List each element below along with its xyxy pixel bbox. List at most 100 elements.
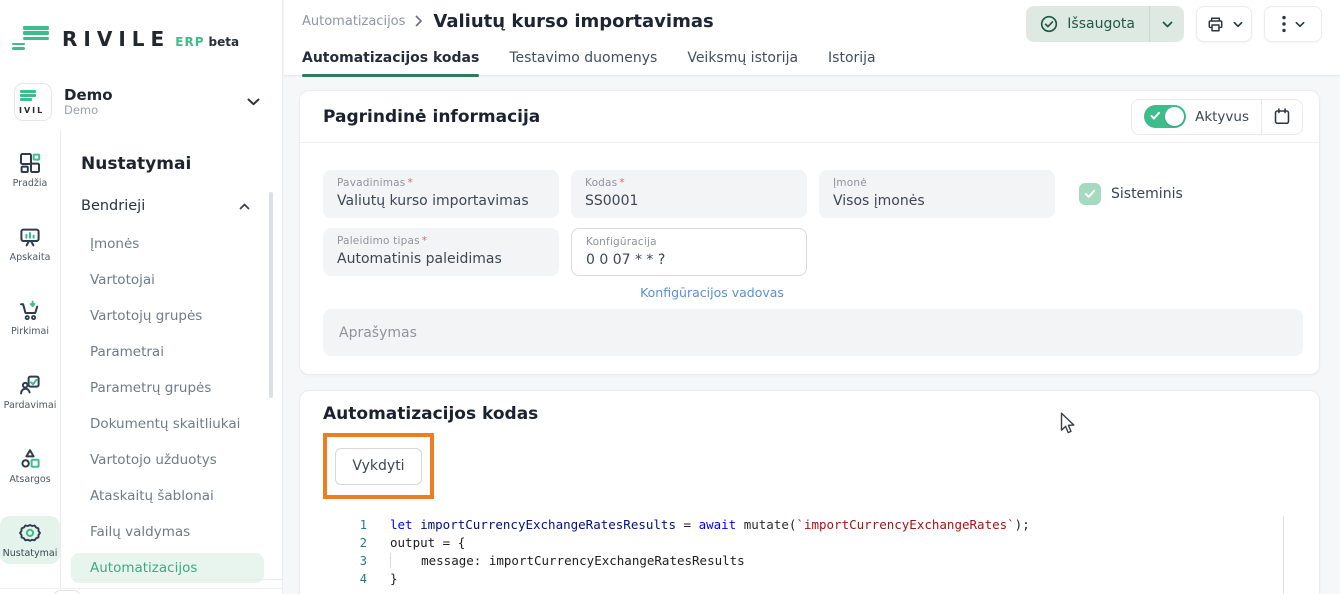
app-window: RIVILE ERPbeta IVIL Demo Demo PradžiaAps… — [0, 0, 1340, 594]
field-label: Pavadinimas* — [337, 177, 545, 190]
brand-badge: beta — [209, 35, 240, 49]
field-paleidimo-tipas[interactable]: Paleidimo tipas* Automatinis paleidimas — [323, 228, 559, 276]
workspace-names: Demo Demo — [64, 87, 235, 117]
code-line[interactable]: 3 message: importCurrencyExchangeRatesRe… — [345, 552, 1283, 570]
run-button[interactable]: Vykdyti — [335, 448, 421, 485]
tab-testavimo-duomenys[interactable]: Testavimo duomenys — [509, 50, 657, 76]
home-grid-icon — [18, 151, 42, 175]
field-konfiguracija[interactable]: Konfigūracija 0 0 07 * * ? — [571, 228, 807, 276]
form-fields: Pavadinimas* Valiutų kurso importavimas … — [300, 143, 1319, 301]
sidebar-item-įmonės[interactable]: Įmonės — [81, 226, 264, 262]
sidebar-item-vartotojo-užduotys[interactable]: Vartotojo užduotys — [81, 442, 264, 478]
field-label: Įmonė — [833, 177, 1041, 190]
run-button-highlight-annotation: Vykdyti — [323, 433, 434, 499]
status-controls: Aktyvus — [1131, 99, 1303, 135]
field-value: Visos įmonės — [833, 193, 1041, 209]
chevron-down-icon — [1295, 21, 1305, 28]
field-imone[interactable]: Įmonė Visos įmonės — [819, 170, 1055, 218]
active-toggle[interactable]: Aktyvus — [1132, 100, 1262, 134]
print-dropdown-button[interactable] — [1196, 6, 1252, 42]
rail-item-label: Pirkimai — [11, 326, 49, 337]
rail-item-pradžia[interactable]: Pradžia — [10, 146, 51, 194]
rail-item-pirkimai[interactable]: Pirkimai — [8, 294, 52, 342]
rail-item-label: Atsargos — [9, 474, 50, 485]
save-status-main[interactable]: Išsaugota — [1026, 6, 1149, 42]
breadcrumb-link-automatizacijos[interactable]: Automatizacijos — [302, 14, 405, 29]
field-kodas[interactable]: Kodas* SS0001 — [571, 170, 807, 218]
code-text: output = { — [390, 534, 465, 552]
field-label: Paleidimo tipas* — [337, 235, 545, 248]
page-title: Valiutų kurso importavimas — [433, 11, 713, 32]
left-body: Pradžia Apskaita Pirkimai Pardavimai Atsargo… — [0, 130, 282, 594]
workspace-selector[interactable]: IVIL Demo Demo — [0, 66, 282, 130]
sidebar-item-vartotojai[interactable]: Vartotojai — [81, 262, 264, 298]
sidebar-item-dokumentų-skaitliukai[interactable]: Dokumentų skaitliukai — [81, 406, 264, 442]
code-line[interactable]: 2 output = { — [345, 534, 1283, 552]
brand-header: RIVILE ERPbeta — [0, 0, 282, 66]
form-row-1: Pavadinimas* Valiutų kurso importavimas … — [323, 170, 1319, 218]
toggle-on-icon[interactable] — [1144, 105, 1186, 128]
field-value: Valiutų kurso importavimas — [337, 193, 545, 209]
line-number: 4 — [345, 570, 367, 588]
rail-item-nustatymai[interactable]: Nustatymai — [0, 516, 60, 564]
sidebar-item-failų-valdymas[interactable]: Failų valdymas — [81, 514, 264, 550]
tab-veiksmų-istorija[interactable]: Veiksmų istorija — [687, 50, 798, 76]
rail-item-label: Nustatymai — [3, 548, 58, 559]
more-actions-dropdown-button[interactable] — [1264, 6, 1322, 42]
required-mark: * — [619, 177, 624, 189]
line-number: 2 — [345, 534, 367, 552]
sidebar-bottom-divider — [0, 588, 283, 589]
kebab-menu-icon — [1281, 15, 1287, 33]
rail-item-label: Pardavimai — [4, 400, 57, 411]
sidebar-scrollbar[interactable] — [269, 192, 273, 398]
configuration-guide-link[interactable]: Konfigūracijos vadovas — [640, 285, 784, 300]
checkbox-label: Sisteminis — [1111, 186, 1183, 202]
code-editor-lines: 1let importCurrencyExchangeRatesResults … — [345, 516, 1283, 588]
purchases-cart-icon — [18, 299, 42, 323]
chevron-down-icon — [1233, 21, 1243, 28]
chevron-up-icon — [239, 203, 250, 210]
description-field[interactable]: Aprašymas — [323, 309, 1303, 356]
workspace-avatar-text: IVIL — [19, 106, 44, 115]
tabs: Automatizacijos kodas Testavimo duomenys V… — [284, 42, 1340, 76]
rail-item-label: Apskaita — [10, 252, 51, 263]
settings-submenu: Nustatymai Bendrieji ĮmonėsVartotojaiVar… — [60, 130, 282, 594]
field-value: SS0001 — [585, 193, 793, 209]
code-editor[interactable]: 1let importCurrencyExchangeRatesResults … — [345, 516, 1284, 594]
tab-istorija[interactable]: Istorija — [828, 50, 876, 76]
sisteminis-checkbox[interactable]: Sisteminis — [1079, 183, 1183, 205]
code-line[interactable]: 1let importCurrencyExchangeRatesResults … — [345, 516, 1283, 534]
checkbox-checked-icon[interactable] — [1079, 183, 1101, 205]
rivile-logo-icon — [12, 26, 50, 52]
code-line[interactable]: 4} — [345, 570, 1283, 588]
rail-item-apskaita[interactable]: Apskaita — [7, 220, 54, 268]
save-status-split-button[interactable]: Išsaugota — [1026, 6, 1184, 42]
workspace-avatar: IVIL — [14, 83, 52, 121]
automation-code-card: Automatizacijos kodas Vykdyti 1let impor… — [299, 390, 1320, 594]
sidebar-divider — [73, 579, 282, 580]
sidebar-item-parametrai[interactable]: Parametrai — [81, 334, 264, 370]
save-status-label: Išsaugota — [1067, 16, 1135, 32]
inventory-shapes-icon — [18, 447, 42, 471]
accounting-board-icon — [18, 225, 42, 249]
rail-item-label: Pradžia — [13, 178, 48, 189]
required-mark: * — [422, 235, 427, 247]
rail-item-pardavimai[interactable]: Pardavimai — [1, 368, 60, 416]
sidebar-item-ataskaitų-šablonai[interactable]: Ataskaitų šablonai — [81, 478, 264, 514]
sidebar-group-bendrieji[interactable]: Bendrieji — [81, 198, 282, 214]
brand-subtitle: ERP beta — [175, 35, 239, 49]
code-card-title: Automatizacijos kodas — [323, 404, 1302, 424]
sidebar-item-vartotojų-grupės[interactable]: Vartotojų grupės — [81, 298, 264, 334]
rail-item-atsargos[interactable]: Atsargos — [6, 442, 53, 490]
sidebar-item-parametrų-grupės[interactable]: Parametrų grupės — [81, 370, 264, 406]
code-text: let importCurrencyExchangeRatesResults =… — [390, 516, 1030, 534]
save-dropdown-button[interactable] — [1149, 6, 1184, 42]
calendar-button[interactable] — [1262, 100, 1302, 134]
sidebar-group-label: Bendrieji — [81, 198, 145, 214]
field-pavadinimas[interactable]: Pavadinimas* Valiutų kurso importavimas — [323, 170, 559, 218]
brand-product: ERP — [175, 35, 204, 49]
settings-gear-icon — [18, 521, 42, 545]
workspace-name: Demo — [64, 87, 235, 104]
tab-automatizacijos-kodas[interactable]: Automatizacijos kodas — [302, 50, 479, 76]
page-content: Pagrindinė informacija Aktyvus — [284, 76, 1340, 594]
